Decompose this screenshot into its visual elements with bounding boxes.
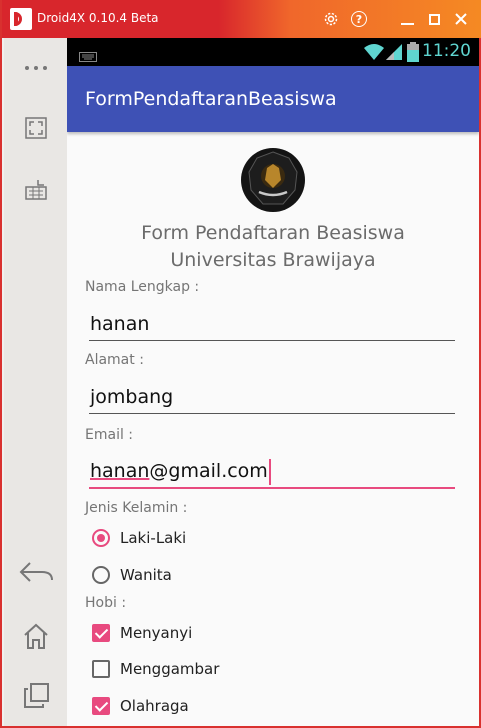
keyboard-icon[interactable] [4,170,67,210]
gender-option-male-label: Laki-Laki [120,529,187,547]
text-cursor [268,458,271,485]
hobby-option-drawing-label: Menggambar [120,660,220,678]
more-dots-icon[interactable] [4,48,67,88]
minimize-icon[interactable] [396,8,418,30]
app-bar: FormPendaftaranBeasiswa [67,66,479,132]
email-input[interactable]: hanan@gmail.com [89,457,455,489]
checkbox-checked-icon[interactable] [92,624,110,642]
hobby-option-drawing[interactable]: Menggambar [92,657,219,681]
radio-unselected-icon[interactable] [92,566,110,584]
name-label: Nama Lengkap : [85,279,200,295]
fullscreen-icon[interactable] [4,108,67,148]
settings-gear-icon[interactable] [320,8,342,30]
name-input[interactable]: hanan [89,310,455,341]
gender-label: Jenis Kelamin : [85,500,188,516]
email-label: Email : [85,427,134,443]
status-clock: 11:20 [422,41,471,61]
hobby-option-sports[interactable]: Olahraga [92,694,189,718]
form-heading-line2: Universitas Brawijaya [170,249,376,271]
status-bar: 11:20 [67,38,479,66]
address-value: jombang [90,386,174,408]
android-screen: 11:20 FormPendaftaranBeasiswa Form Penda… [67,38,479,726]
name-value: hanan [90,313,150,335]
recent-apps-icon[interactable] [4,676,67,716]
keyboard-notification-icon [79,47,97,66]
hobby-option-singing[interactable]: Menyanyi [92,621,192,645]
battery-icon [407,42,419,66]
maximize-icon[interactable] [423,8,445,30]
address-input[interactable]: jombang [89,383,455,414]
gender-option-female-label: Wanita [120,566,172,584]
form-heading-line1: Form Pendaftaran Beasiswa [141,222,405,244]
gender-option-female[interactable]: Wanita [92,563,172,587]
email-value-domain: @gmail.com [149,460,268,482]
hobby-option-sports-label: Olahraga [120,697,189,715]
close-icon[interactable] [450,8,472,30]
wifi-icon [363,43,385,65]
hobby-option-singing-label: Menyanyi [120,624,193,642]
app-title: FormPendaftaranBeasiswa [85,88,337,110]
address-label: Alamat : [85,352,144,368]
window-title: Droid4X 0.10.4 Beta [37,11,159,25]
droid4x-logo-icon [10,8,32,30]
signal-icon [385,43,403,65]
title-bar: Droid4X 0.10.4 Beta ? [2,0,481,38]
emulator-sidebar [4,38,67,726]
email-value-misspelled: hanan [90,460,150,482]
emulator-window: Droid4X 0.10.4 Beta ? 11:20 FormPendafta… [0,0,481,728]
home-icon[interactable] [4,616,67,656]
gender-option-male[interactable]: Laki-Laki [92,526,186,550]
help-icon[interactable]: ? [348,8,370,30]
hobby-label: Hobi : [85,595,127,611]
checkbox-unchecked-icon[interactable] [92,660,110,678]
university-emblem-logo [239,146,307,214]
checkbox-checked-icon[interactable] [92,697,110,715]
radio-selected-icon[interactable] [92,529,110,547]
back-icon[interactable] [4,552,67,592]
